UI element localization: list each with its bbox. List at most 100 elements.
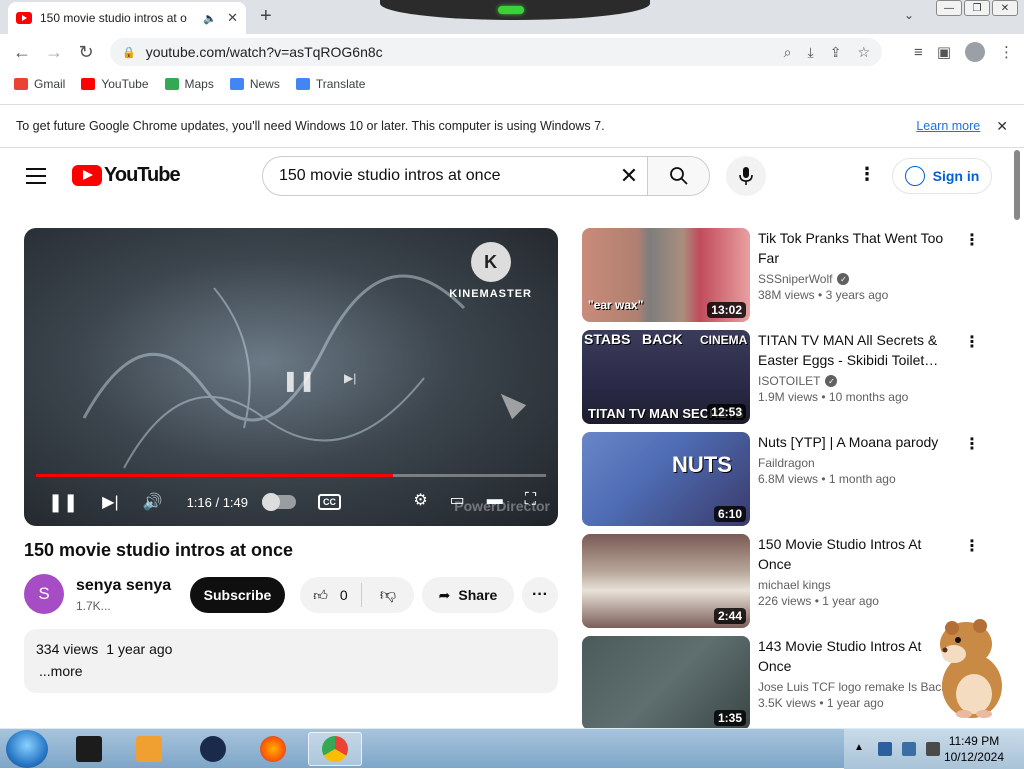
- bookmark-news[interactable]: News: [229, 77, 280, 91]
- video-thumbnail[interactable]: "ear wax" 13:02: [582, 228, 750, 322]
- start-orb-button[interactable]: [6, 730, 48, 768]
- recommendation-title[interactable]: Tik Tok Pranks That Went Too Far: [758, 228, 958, 268]
- profile-avatar-icon[interactable]: [965, 42, 985, 62]
- minimize-button[interactable]: —: [936, 0, 962, 16]
- center-pause-icon[interactable]: ❚❚: [282, 368, 316, 393]
- recommendation-channel[interactable]: Faildragon: [758, 456, 958, 470]
- bookmark-star-icon[interactable]: ☆: [857, 44, 870, 61]
- menu-hamburger-icon[interactable]: [26, 168, 46, 189]
- more-actions-button[interactable]: ···: [522, 577, 558, 613]
- bookmark-maps[interactable]: Maps: [164, 77, 214, 91]
- autoplay-toggle[interactable]: [262, 493, 297, 511]
- next-icon[interactable]: ▶|: [102, 492, 118, 512]
- like-button[interactable]: 👍︎ 0: [300, 583, 362, 607]
- thumbs-down-icon: 👎︎: [379, 586, 397, 604]
- bookmark-translate[interactable]: Translate: [295, 77, 365, 91]
- recommendation-title[interactable]: TITAN TV MAN All Secrets & Easter Eggs -…: [758, 330, 958, 370]
- new-tab-button[interactable]: +: [260, 5, 272, 28]
- search-button[interactable]: [647, 157, 709, 195]
- dislike-button[interactable]: 👎︎: [362, 586, 414, 605]
- youtube-logo[interactable]: YouTube: [72, 164, 181, 187]
- tab-close-icon[interactable]: ✕: [227, 10, 238, 26]
- recommendation-item[interactable]: "ear wax" 13:02 Tik Tok Pranks That Went…: [582, 228, 1002, 324]
- bluetooth-icon[interactable]: [878, 742, 892, 756]
- youtube-play-icon: [72, 165, 102, 186]
- recommendation-menu-icon[interactable]: ⋮: [964, 332, 980, 352]
- lock-icon[interactable]: 🔒: [122, 46, 136, 59]
- taskbar-app-media-player[interactable]: [122, 732, 176, 766]
- close-window-button[interactable]: ✕: [992, 0, 1018, 16]
- system-clock[interactable]: 11:49 PM 10/12/2024: [944, 733, 1004, 765]
- center-next-icon[interactable]: ▶|: [344, 371, 356, 385]
- show-hidden-icons-icon[interactable]: ▲: [854, 742, 868, 756]
- maximize-button[interactable]: ❐: [964, 0, 990, 16]
- recommendation-channel[interactable]: ISOTOILET ✓: [758, 374, 958, 388]
- recommendation-item[interactable]: STABS BACK CINEMA TITAN TV MAN SECRETS 1…: [582, 330, 1002, 426]
- recommendation-channel[interactable]: Jose Luis TCF logo remake Is Back: [758, 680, 958, 694]
- back-arrow-icon[interactable]: ←: [6, 42, 38, 63]
- video-thumbnail[interactable]: 2:44: [582, 534, 750, 628]
- video-thumbnail[interactable]: 1:35: [582, 636, 750, 730]
- user-circle-icon: [904, 166, 925, 186]
- channel-name[interactable]: senya senya: [76, 577, 171, 595]
- bookmark-youtube[interactable]: YouTube: [81, 77, 149, 91]
- taskbar-app-explorer[interactable]: [62, 732, 116, 766]
- voice-search-button[interactable]: [726, 156, 766, 196]
- pause-icon[interactable]: ❚❚: [48, 492, 78, 513]
- search-input[interactable]: 150 movie studio intros at once: [263, 157, 611, 195]
- forward-arrow-icon[interactable]: →: [38, 42, 70, 63]
- reload-icon[interactable]: ↻: [70, 42, 102, 63]
- learn-more-link[interactable]: Learn more: [916, 119, 980, 133]
- taskbar-app-globe[interactable]: [186, 732, 240, 766]
- hamster-desktop-pet[interactable]: [930, 614, 1010, 720]
- channel-avatar[interactable]: S: [24, 574, 64, 614]
- url-text[interactable]: youtube.com/watch?v=asTqROG6n8c: [146, 44, 768, 60]
- tab-search-chevron-icon[interactable]: ⌄: [904, 8, 914, 22]
- recommendation-title[interactable]: Nuts [YTP] | A Moana parody: [758, 432, 958, 452]
- share-button[interactable]: ➦ Share: [422, 577, 514, 613]
- video-player[interactable]: K KINEMASTER ❚❚ ▶| ❚❚ ▶| 🔊 1:16 / 1:49 C…: [24, 228, 558, 526]
- volume-tray-icon[interactable]: [926, 742, 940, 756]
- channel-label: SSSniperWolf: [758, 272, 833, 286]
- install-app-icon[interactable]: ⤓: [808, 44, 814, 61]
- recommendation-channel[interactable]: SSSniperWolf ✓: [758, 272, 958, 286]
- recommendation-menu-icon[interactable]: ⋮: [964, 434, 980, 454]
- settings-kebab-icon[interactable]: ⋮: [858, 164, 876, 185]
- description-box[interactable]: 334 views 1 year ago ...more: [24, 629, 558, 693]
- recommendation-info: 150 Movie Studio Intros At Once michael …: [758, 534, 958, 608]
- browser-tab-active[interactable]: 150 movie studio intros at o 🔈 ✕: [8, 2, 246, 34]
- sign-in-button[interactable]: Sign in: [892, 158, 992, 194]
- bookmark-gmail[interactable]: Gmail: [14, 77, 65, 91]
- recommendation-menu-icon[interactable]: ⋮: [964, 536, 980, 556]
- side-panel-icon[interactable]: ▣: [937, 43, 951, 61]
- recommendation-title[interactable]: 143 Movie Studio Intros At Once: [758, 636, 958, 676]
- subscribe-button[interactable]: Subscribe: [190, 577, 285, 613]
- settings-gear-icon[interactable]: ⚙: [413, 490, 427, 510]
- recommendation-title[interactable]: 150 Movie Studio Intros At Once: [758, 534, 958, 574]
- zoom-search-icon[interactable]: ⌕: [784, 44, 792, 61]
- clear-search-icon[interactable]: ✕: [611, 157, 647, 195]
- page-scrollbar[interactable]: [1014, 150, 1020, 220]
- chrome-menu-icon[interactable]: ⋮: [999, 43, 1014, 61]
- recommendation-stats: 226 views • 1 year ago: [758, 594, 879, 608]
- recommendation-item[interactable]: NUTS 6:10 Nuts [YTP] | A Moana parody Fa…: [582, 432, 1002, 528]
- progress-bar[interactable]: [36, 474, 546, 477]
- taskbar-app-chrome[interactable]: [308, 732, 362, 766]
- volume-icon[interactable]: 🔊: [143, 492, 163, 512]
- taskbar-app-firefox[interactable]: [246, 732, 300, 766]
- video-thumbnail[interactable]: STABS BACK CINEMA TITAN TV MAN SECRETS 1…: [582, 330, 750, 424]
- thumbnail-caption: NUTS: [672, 452, 732, 477]
- video-thumbnail[interactable]: NUTS 6:10: [582, 432, 750, 526]
- description-more-link[interactable]: ...more: [39, 663, 546, 679]
- network-icon[interactable]: [902, 742, 916, 756]
- camera-led: [498, 6, 524, 14]
- duration-badge: 6:10: [713, 506, 746, 522]
- recommendation-menu-icon[interactable]: ⋮: [964, 230, 980, 250]
- recommendation-channel[interactable]: michael kings: [758, 578, 958, 592]
- infobar-close-icon[interactable]: ✕: [996, 118, 1008, 135]
- captions-icon[interactable]: CC: [318, 494, 342, 510]
- share-icon[interactable]: ⇪: [830, 44, 842, 61]
- address-bar[interactable]: 🔒 youtube.com/watch?v=asTqROG6n8c ⌕ ⤓ ⇪ …: [110, 38, 882, 66]
- speaker-icon[interactable]: 🔈: [203, 12, 217, 25]
- media-controls-icon[interactable]: ≡: [914, 44, 923, 61]
